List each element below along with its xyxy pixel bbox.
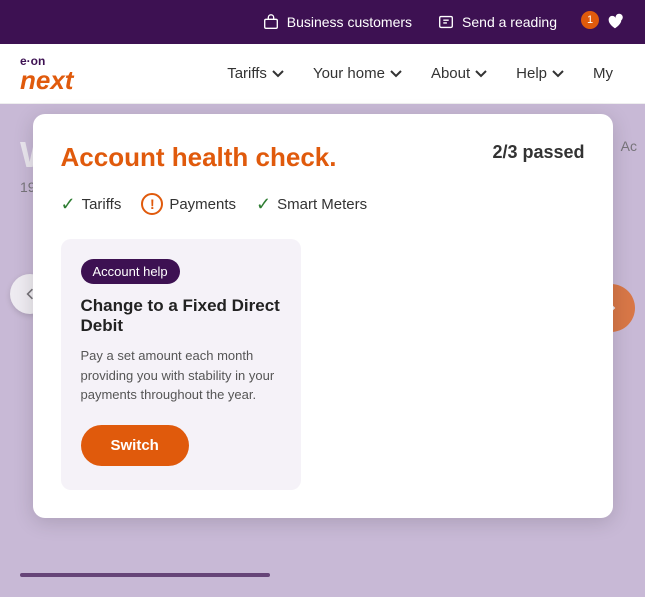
check-tariffs: ✓ Tariffs	[61, 194, 122, 215]
modal-card: Account help Change to a Fixed Direct De…	[61, 239, 301, 490]
modal-passed: 2/3 passed	[492, 142, 584, 163]
briefcase-icon	[261, 12, 281, 32]
nav-items: Tariffs Your home About Help My	[215, 57, 625, 90]
switch-button[interactable]: Switch	[81, 425, 189, 466]
check-payments: ! Payments	[141, 193, 236, 215]
check-pass-tariffs-icon: ✓	[61, 194, 76, 215]
top-bar: Business customers Send a reading 1	[0, 0, 645, 44]
modal-title: Account health check.	[61, 142, 337, 173]
account-health-modal: Account health check. 2/3 passed ✓ Tarif…	[33, 114, 613, 518]
card-description: Pay a set amount each month providing yo…	[81, 346, 281, 405]
main-background: Wo 192 G Ac t paym payment ment is s aft…	[0, 104, 645, 597]
chevron-down-tariffs-icon	[271, 67, 285, 81]
card-badge: Account help	[81, 259, 180, 284]
logo[interactable]: e·on next	[20, 55, 73, 93]
send-reading-link[interactable]: Send a reading	[436, 12, 557, 32]
business-customers-link[interactable]: Business customers	[261, 12, 412, 32]
nav-about[interactable]: About	[419, 57, 500, 90]
card-title: Change to a Fixed Direct Debit	[81, 296, 281, 336]
modal-header: Account health check. 2/3 passed	[61, 142, 585, 173]
nav-tariffs[interactable]: Tariffs	[215, 57, 297, 90]
check-pass-smart-icon: ✓	[256, 194, 271, 215]
heart-icon	[605, 12, 625, 32]
check-smart-meters: ✓ Smart Meters	[256, 194, 367, 215]
chevron-down-about-icon	[474, 67, 488, 81]
notification-count: 1	[581, 11, 599, 29]
nav-my[interactable]: My	[581, 57, 625, 90]
nav-your-home[interactable]: Your home	[301, 57, 415, 90]
notifications-button[interactable]: 1	[581, 12, 625, 32]
chevron-down-home-icon	[389, 67, 403, 81]
meter-icon	[436, 12, 456, 32]
check-warn-payments-icon: !	[141, 193, 163, 215]
nav-help[interactable]: Help	[504, 57, 577, 90]
chevron-down-help-icon	[551, 67, 565, 81]
logo-next: next	[20, 67, 73, 93]
nav-bar: e·on next Tariffs Your home About Help M…	[0, 44, 645, 104]
modal-checks: ✓ Tariffs ! Payments ✓ Smart Meters	[61, 193, 585, 215]
modal-overlay: Account health check. 2/3 passed ✓ Tarif…	[0, 104, 645, 597]
